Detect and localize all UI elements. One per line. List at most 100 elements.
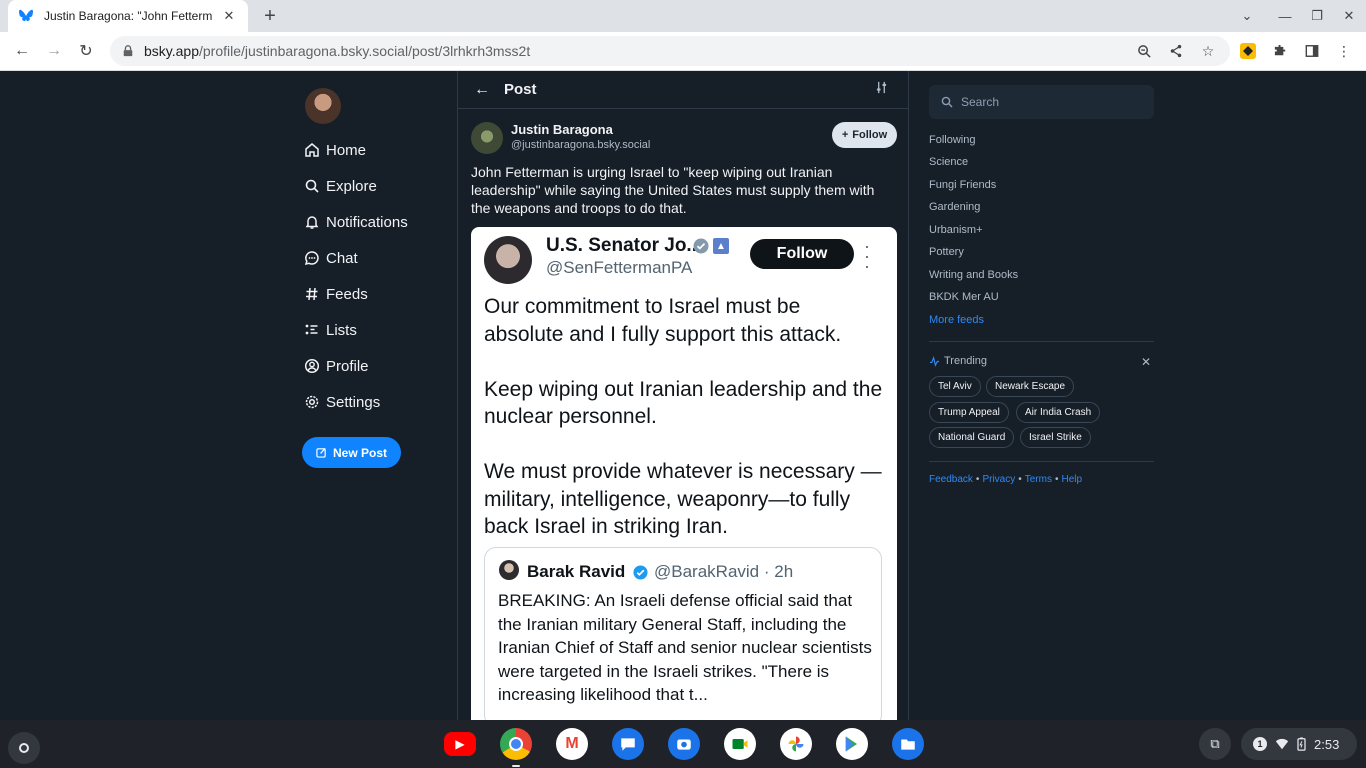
author-avatar[interactable] bbox=[471, 122, 503, 154]
new-tab-button[interactable]: + bbox=[258, 4, 282, 28]
trending-chip[interactable]: Newark Escape bbox=[986, 376, 1075, 397]
bookmark-star-icon[interactable]: ☆ bbox=[1197, 40, 1219, 62]
youtube-icon[interactable]: ▶ bbox=[444, 732, 476, 756]
extensions-puzzle-icon[interactable] bbox=[1269, 40, 1291, 62]
files-icon[interactable] bbox=[892, 728, 924, 760]
embed-paragraph: We must provide whatever is necessary —m… bbox=[484, 460, 882, 538]
list-icon bbox=[305, 324, 318, 335]
tab-title: Justin Baragona: "John Fetterm bbox=[44, 9, 213, 23]
new-post-label: New Post bbox=[332, 445, 387, 460]
feed-link[interactable]: Pottery bbox=[929, 246, 964, 258]
gmail-icon[interactable]: M bbox=[556, 728, 588, 760]
share-icon[interactable] bbox=[1165, 40, 1187, 62]
follow-button[interactable]: + Follow bbox=[832, 122, 897, 148]
running-indicator bbox=[512, 765, 520, 767]
verified-badge-icon bbox=[633, 565, 648, 580]
trending-chip[interactable]: Tel Aviv bbox=[929, 376, 981, 397]
bluesky-page: Home Explore Notifications Chat Feeds Li… bbox=[0, 71, 1366, 720]
feed-link[interactable]: Urbanism+ bbox=[929, 224, 983, 236]
search-icon bbox=[941, 96, 953, 108]
trending-chip[interactable]: Trump Appeal bbox=[929, 402, 1009, 423]
camera-icon[interactable] bbox=[668, 728, 700, 760]
more-feeds-link[interactable]: More feeds bbox=[929, 314, 984, 326]
notification-count: 1 bbox=[1253, 737, 1267, 751]
wifi-icon bbox=[1275, 738, 1289, 750]
feed-link[interactable]: Gardening bbox=[929, 201, 980, 213]
feed-link[interactable]: Fungi Friends bbox=[929, 179, 996, 191]
feed-link[interactable]: Writing and Books bbox=[929, 269, 1018, 281]
close-trending-icon[interactable]: ✕ bbox=[1141, 355, 1151, 369]
back-arrow-icon[interactable]: ← bbox=[474, 81, 490, 99]
forward-icon[interactable]: → bbox=[41, 38, 67, 64]
minimize-icon[interactable]: — bbox=[1268, 0, 1302, 32]
messages-icon[interactable] bbox=[612, 728, 644, 760]
nav-home[interactable]: Home bbox=[304, 138, 366, 162]
divider bbox=[929, 341, 1154, 342]
chrome-menu-icon[interactable]: ⋮ bbox=[1333, 40, 1355, 62]
nav-lists[interactable]: Lists bbox=[304, 318, 357, 342]
embed-avatar bbox=[484, 236, 532, 284]
author-handle[interactable]: @justinbaragona.bsky.social bbox=[511, 139, 650, 151]
extension-badge-icon[interactable] bbox=[1237, 40, 1259, 62]
browser-toolbar: ← → ↻ bsky.app/profile/justinbaragona.bs… bbox=[0, 32, 1366, 71]
nav-notifications[interactable]: Notifications bbox=[304, 210, 408, 234]
address-bar[interactable]: bsky.app/profile/justinbaragona.bsky.soc… bbox=[110, 36, 1230, 66]
meet-icon[interactable] bbox=[724, 728, 756, 760]
thread-settings-icon[interactable] bbox=[875, 81, 888, 97]
trending-icon bbox=[929, 355, 940, 367]
post-image-embed[interactable]: U.S. Senator Jo... ▲ @SenFettermanPA Fol… bbox=[471, 227, 897, 720]
lock-icon bbox=[122, 44, 136, 58]
screenshot-tray-icon[interactable]: ⧉ bbox=[1199, 728, 1231, 760]
embed-author-handle: @SenFettermanPA bbox=[546, 258, 693, 277]
nav-explore[interactable]: Explore bbox=[304, 174, 377, 198]
feedback-link[interactable]: Feedback bbox=[929, 474, 973, 485]
trending-chip[interactable]: Israel Strike bbox=[1020, 427, 1091, 448]
side-panel-icon[interactable] bbox=[1301, 40, 1323, 62]
terms-link[interactable]: Terms bbox=[1025, 474, 1052, 485]
nav-chat[interactable]: Chat bbox=[304, 246, 358, 270]
status-area[interactable]: 1 2:53 bbox=[1241, 728, 1357, 760]
feed-link[interactable]: BKDK Mer AU bbox=[929, 291, 999, 303]
nav-chat-label: Chat bbox=[326, 249, 358, 267]
close-window-icon[interactable]: ✕ bbox=[1332, 0, 1366, 32]
url-text: bsky.app/profile/justinbaragona.bsky.soc… bbox=[144, 43, 531, 59]
chrome-icon[interactable] bbox=[500, 728, 532, 760]
reload-icon[interactable]: ↻ bbox=[73, 38, 99, 64]
author-name[interactable]: Justin Baragona bbox=[511, 122, 613, 137]
my-avatar[interactable] bbox=[305, 88, 341, 124]
post-header: ← Post bbox=[458, 71, 908, 109]
privacy-link[interactable]: Privacy bbox=[982, 474, 1015, 485]
feed-link[interactable]: Following bbox=[929, 134, 975, 146]
zoom-icon[interactable] bbox=[1133, 40, 1155, 62]
back-icon[interactable]: ← bbox=[9, 38, 35, 64]
chat-icon bbox=[304, 251, 319, 266]
embed-paragraph: Keep wiping out Iranian leadership and t… bbox=[484, 377, 883, 429]
trending-chip[interactable]: Air India Crash bbox=[1016, 402, 1101, 423]
post-thread-column: ← Post Justin Baragona @justinbaragona.b… bbox=[457, 71, 909, 720]
nav-explore-label: Explore bbox=[326, 177, 377, 195]
search-input[interactable]: Search bbox=[929, 85, 1154, 119]
nav-settings[interactable]: Settings bbox=[304, 390, 380, 414]
quoted-author-name: Barak Ravid bbox=[527, 562, 626, 581]
divider bbox=[929, 461, 1154, 462]
new-post-button[interactable]: New Post bbox=[302, 437, 401, 468]
photos-icon[interactable] bbox=[780, 728, 812, 760]
help-link[interactable]: Help bbox=[1062, 474, 1083, 485]
nav-notifications-label: Notifications bbox=[326, 213, 408, 231]
tab-strip: Justin Baragona: "John Fetterm ✕ + ⌄ — ❐… bbox=[0, 0, 1366, 32]
trending-chip[interactable]: National Guard bbox=[929, 427, 1015, 448]
government-badge-icon: ▲ bbox=[713, 238, 729, 254]
nav-lists-label: Lists bbox=[326, 321, 357, 339]
close-tab-icon[interactable]: ✕ bbox=[220, 7, 238, 25]
nav-profile[interactable]: Profile bbox=[304, 354, 369, 378]
play-store-icon[interactable] bbox=[836, 728, 868, 760]
launcher-icon[interactable] bbox=[8, 732, 40, 764]
nav-settings-label: Settings bbox=[326, 393, 381, 411]
embed-author-name: U.S. Senator Jo... bbox=[546, 235, 703, 256]
feed-link[interactable]: Science bbox=[929, 156, 968, 168]
browser-tab[interactable]: Justin Baragona: "John Fetterm ✕ bbox=[8, 0, 248, 32]
restore-icon[interactable]: ❐ bbox=[1300, 0, 1334, 32]
footer-links: Feedback • Privacy • Terms • Help bbox=[929, 474, 1083, 485]
tab-search-icon[interactable]: ⌄ bbox=[1230, 0, 1264, 32]
nav-feeds[interactable]: Feeds bbox=[304, 282, 368, 306]
